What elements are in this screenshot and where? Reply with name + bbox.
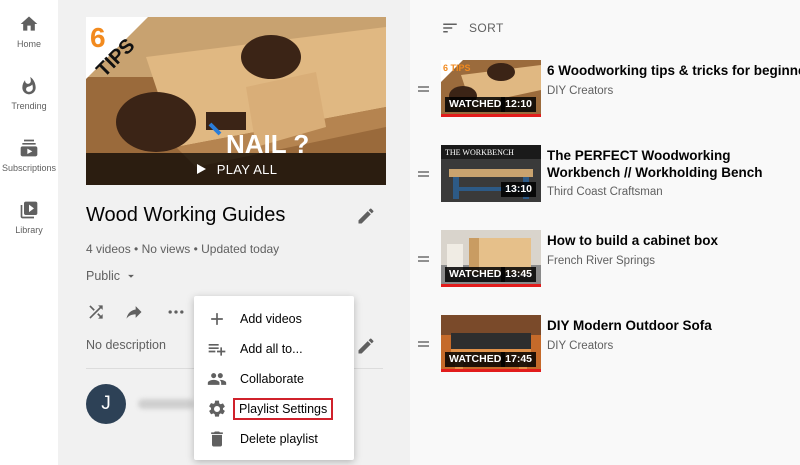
video-thumbnail[interactable]: WATCHED 13:45	[441, 230, 541, 287]
menu-item-label: Collaborate	[240, 372, 304, 386]
menu-item-label: Delete playlist	[240, 432, 318, 446]
nav-label-home: Home	[16, 39, 41, 49]
more-horizontal-icon	[168, 310, 184, 314]
nav-item-home[interactable]: Home	[0, 14, 58, 49]
drag-handle-icon[interactable]	[418, 341, 429, 349]
video-title[interactable]: 6 Woodworking tips & tricks for beginner…	[547, 62, 800, 79]
watch-progress-bar	[441, 284, 541, 287]
playlist-thumbnail[interactable]: 6 TIPS NAIL ? PLAY ALL	[86, 17, 386, 185]
watched-badge: WATCHED	[445, 352, 506, 367]
duration-badge: 12:10	[501, 97, 536, 112]
nav-item-library[interactable]: Library	[0, 200, 58, 235]
subscriptions-icon	[20, 139, 38, 157]
video-thumbnail-badge: 6 TIPS	[443, 63, 471, 73]
sort-button[interactable]: SORT	[441, 19, 504, 37]
drag-handle-icon[interactable]	[418, 86, 429, 94]
fire-icon	[22, 76, 36, 95]
owner-name-redacted	[138, 399, 194, 409]
nav-label-subscriptions: Subscriptions	[1, 163, 57, 173]
playlist-add-icon	[206, 338, 228, 360]
pencil-icon	[358, 208, 374, 224]
nav-item-subscriptions[interactable]: Subscriptions	[0, 138, 58, 173]
privacy-value: Public	[86, 269, 121, 283]
nav-label-library: Library	[15, 225, 43, 235]
playlist-video-row[interactable]: 6 TIPS WATCHED 12:10 6 Woodworking tips …	[410, 60, 800, 122]
avatar-initial: J	[101, 393, 111, 414]
pencil-icon	[358, 338, 374, 354]
drag-handle-icon[interactable]	[418, 256, 429, 264]
duration-badge: 13:45	[501, 267, 536, 282]
shuffle-button[interactable]	[86, 302, 106, 327]
watched-badge: WATCHED	[445, 97, 506, 112]
plus-icon	[206, 308, 228, 330]
watch-progress-bar	[441, 369, 541, 372]
menu-item-add-videos[interactable]: Add videos	[194, 304, 354, 334]
play-all-label: PLAY ALL	[216, 161, 278, 177]
play-all-button[interactable]: PLAY ALL	[86, 153, 386, 185]
trash-icon	[206, 428, 228, 450]
nav-item-trending[interactable]: Trending	[0, 76, 58, 111]
video-title[interactable]: The PERFECT Woodworking Workbench // Wor…	[547, 147, 800, 181]
duration-badge: 13:10	[501, 182, 536, 197]
drag-handle-icon[interactable]	[418, 171, 429, 179]
menu-item-delete-playlist[interactable]: Delete playlist	[194, 424, 354, 454]
share-button[interactable]	[124, 302, 144, 327]
playlist-video-row[interactable]: WATCHED 17:45 DIY Modern Outdoor Sofa DI…	[410, 315, 800, 377]
video-title[interactable]: How to build a cabinet box	[547, 232, 800, 249]
gear-icon	[206, 398, 228, 420]
menu-item-collaborate[interactable]: Collaborate	[194, 364, 354, 394]
watch-progress-bar	[441, 114, 541, 117]
menu-item-label: Add videos	[240, 312, 302, 326]
edit-title-button[interactable]	[356, 206, 376, 231]
playlist-title: Wood Working Guides	[86, 204, 286, 226]
shuffle-icon	[89, 305, 103, 319]
menu-item-playlist-settings[interactable]: Playlist Settings	[194, 394, 354, 424]
edit-description-button[interactable]	[356, 336, 376, 361]
video-channel[interactable]: DIY Creators	[547, 85, 613, 97]
nav-label-trending: Trending	[11, 101, 47, 111]
owner-avatar[interactable]: J	[86, 384, 126, 424]
video-thumbnail[interactable]: THE WORKBENCH 13:10	[441, 145, 541, 202]
menu-item-label: Add all to...	[240, 342, 303, 356]
privacy-dropdown[interactable]: Public	[86, 269, 138, 283]
video-channel[interactable]: French River Springs	[547, 255, 655, 267]
watched-badge: WATCHED	[445, 267, 506, 282]
sort-icon	[443, 23, 457, 33]
library-icon	[20, 201, 38, 219]
play-icon	[196, 164, 206, 174]
playlist-stats: 4 videos • No views • Updated today	[86, 242, 280, 256]
video-title[interactable]: DIY Modern Outdoor Sofa	[547, 317, 800, 334]
video-channel[interactable]: DIY Creators	[547, 340, 613, 352]
share-icon	[126, 306, 142, 319]
video-thumbnail[interactable]: 6 TIPS WATCHED 12:10	[441, 60, 541, 117]
playlist-description: No description	[86, 338, 166, 352]
playlist-video-row[interactable]: THE WORKBENCH 13:10 The PERFECT Woodwork…	[410, 145, 800, 207]
duration-badge: 17:45	[501, 352, 536, 367]
thumbnail-badge-number: 6	[90, 22, 106, 53]
playlist-video-row[interactable]: WATCHED 13:45 How to build a cabinet box…	[410, 230, 800, 292]
video-thumbnail-badge: THE WORKBENCH	[445, 148, 514, 157]
video-channel[interactable]: Third Coast Craftsman	[547, 186, 663, 198]
sort-label: SORT	[469, 21, 504, 35]
people-icon	[206, 368, 228, 390]
menu-item-add-all-to[interactable]: Add all to...	[194, 334, 354, 364]
caret-down-icon	[128, 274, 134, 278]
video-thumbnail[interactable]: WATCHED 17:45	[441, 315, 541, 372]
playlist-actions-menu: Add videos Add all to... Collaborate Pla…	[194, 296, 354, 460]
menu-item-label: Playlist Settings	[232, 398, 334, 420]
more-actions-button[interactable]	[166, 302, 186, 327]
side-nav: Home Trending Subscriptions Library	[0, 0, 58, 465]
home-icon	[20, 16, 38, 31]
